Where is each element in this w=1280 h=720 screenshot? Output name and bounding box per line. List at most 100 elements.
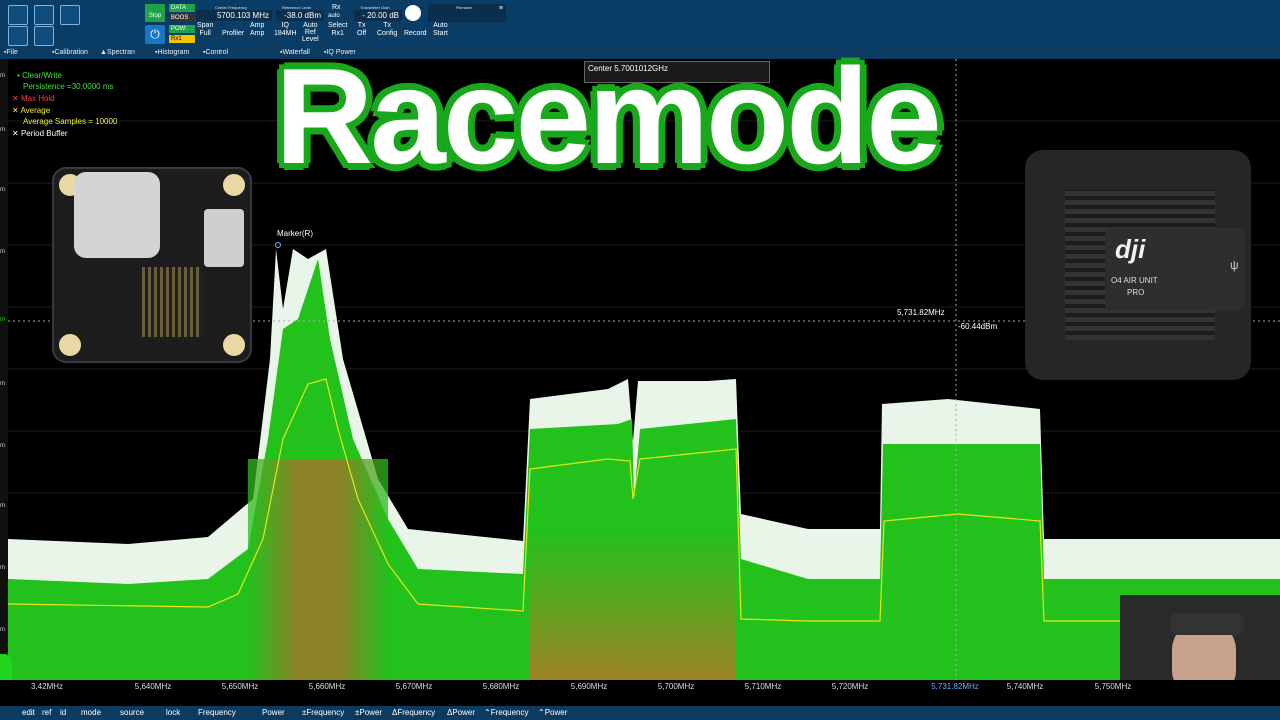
racemode-title: Racemode: [275, 40, 942, 192]
y-tick-mark: m: [0, 73, 5, 79]
refresh-icon[interactable]: [34, 26, 54, 46]
x-tick-label: 5,710MHz: [744, 682, 782, 691]
profiler-button[interactable]: Profiler: [222, 30, 244, 38]
block-shading: [530, 529, 736, 680]
data-badge: DATA: [169, 4, 195, 12]
boost-badge: BOOS: [169, 14, 195, 22]
tx-off-button[interactable]: Tx Off: [357, 22, 366, 38]
marker-table-header: edit ref id mode source lock Frequency P…: [0, 706, 1280, 720]
mount-hole-icon: [220, 331, 248, 359]
record-dot-icon[interactable]: [405, 5, 421, 21]
y-tick-mark: m: [0, 127, 5, 133]
y-tick-mark: m: [0, 627, 5, 633]
y-tick-mark: m: [0, 187, 5, 193]
transmitter-gain-field[interactable]: - 20.00 dB: [354, 10, 402, 21]
legend-average-samples: Average Samples = 10000: [23, 117, 118, 126]
auto-start-button[interactable]: Auto Start: [433, 22, 448, 38]
col-ref[interactable]: ref: [42, 706, 51, 720]
col-mode[interactable]: mode: [81, 706, 101, 720]
legend-max-hold[interactable]: ✕ Max Hold: [12, 94, 55, 103]
select-rx-button[interactable]: Select Rx1: [328, 22, 347, 38]
y-tick-mark: m: [0, 381, 5, 387]
y-tick-mark: m: [0, 565, 5, 571]
marker-label: Marker(R): [277, 229, 313, 238]
mount-hole-icon: [220, 171, 248, 199]
settings-doc-icon[interactable]: [34, 5, 54, 25]
amp-button[interactable]: Amp Amp: [250, 22, 264, 38]
y-tick-mark: m: [0, 249, 5, 255]
y-tick-mark: m: [0, 317, 5, 323]
hump-shading: [248, 459, 388, 680]
col-pm-power[interactable]: ±Power: [355, 706, 382, 720]
rx1-badge: Rx1: [169, 35, 195, 43]
rx-mode-select[interactable]: auto: [328, 13, 340, 19]
col-hat-frequency[interactable]: ⌃Frequency: [484, 706, 529, 720]
tab-control-sequencer[interactable]: ▪ Control Sequencer: [203, 47, 239, 68]
x-tick-label: 5,640MHz: [134, 682, 172, 691]
col-hat-power[interactable]: ⌃Power: [538, 706, 567, 720]
col-frequency[interactable]: Frequency: [198, 706, 236, 720]
legend-period-buffer[interactable]: ✕ Period Buffer: [12, 129, 67, 138]
col-source[interactable]: source: [120, 706, 144, 720]
rx-label: Rx: [332, 4, 341, 11]
pow-badge: POW:: [169, 25, 195, 33]
y-tick-mark: m: [0, 443, 5, 449]
record-button[interactable]: Record: [404, 30, 427, 38]
x-tick-label: 5,690MHz: [570, 682, 608, 691]
col-edit[interactable]: edit: [22, 706, 35, 720]
legend-persistence: Persistence =30.0000 ms: [23, 82, 114, 91]
legend-clear-write[interactable]: ▪ Clear/Write: [17, 71, 62, 80]
x-tick-label: 5,670MHz: [395, 682, 433, 691]
dji-label-panel: dji O4 AIR UNIT PRO ψ: [1105, 228, 1245, 310]
y-tick-mark: m: [0, 503, 5, 509]
col-id[interactable]: id: [60, 706, 66, 720]
x-tick-label: 5,660MHz: [308, 682, 346, 691]
span-button[interactable]: Span Full: [197, 22, 213, 38]
x-tick-label: 5,700MHz: [657, 682, 695, 691]
marker-level-readout: -60.44dBm: [958, 322, 998, 331]
export-icon[interactable]: [8, 5, 28, 25]
iq-button[interactable]: IQ 184MH: [274, 22, 297, 38]
tab-file-writer[interactable]: ▪ File Writer: [4, 47, 25, 68]
col-lock[interactable]: lock: [166, 706, 180, 720]
tab-calibration[interactable]: ▪ Calibration: [52, 47, 88, 59]
center-frequency-field[interactable]: 5700.103 MHz: [196, 10, 272, 21]
stop-label: Stop: [148, 13, 162, 19]
vtx-board-image: [52, 167, 252, 363]
dji-logo: dji: [1115, 234, 1146, 264]
dji-product-sub: PRO: [1127, 288, 1145, 297]
col-pm-frequency[interactable]: ±Frequency: [302, 706, 344, 720]
x-tick-label: 5,720MHz: [831, 682, 869, 691]
col-delta-power[interactable]: ΔPower: [447, 706, 475, 720]
usb-c-port-icon: [204, 209, 244, 267]
filename-title: Filename: [456, 5, 473, 10]
dji-product-name: O4 AIR UNIT: [1111, 276, 1158, 285]
filename-panel[interactable]: Filename ≡: [428, 4, 506, 22]
fpv-goggles-icon: [1170, 613, 1244, 635]
x-tick-label: 5,740MHz: [1006, 682, 1044, 691]
frequency-axis: 3.42MHz 5,640MHz 5,650MHz 5,660MHz 5,670…: [0, 680, 1280, 706]
usb-icon: ψ: [1230, 258, 1239, 272]
air-unit-image: dji O4 AIR UNIT PRO ψ: [1025, 150, 1251, 380]
x-tick-label: 5,650MHz: [221, 682, 259, 691]
reference-level-field[interactable]: -38.0 dBm: [276, 10, 324, 21]
marker-frequency-readout: 5,731.82MHz: [897, 308, 945, 317]
legend-average[interactable]: ✕ Average: [12, 106, 50, 115]
col-power[interactable]: Power: [262, 706, 285, 720]
tx-config-button[interactable]: Tx Config: [377, 22, 397, 38]
tab-spectran-v6[interactable]: ▲ Spectran V6: [100, 47, 135, 68]
x-tick-marker-label: 5,731.82MHz: [931, 682, 979, 691]
x-tick-label: 5,750MHz: [1094, 682, 1132, 691]
rf-shield-icon: [74, 172, 160, 258]
power-icon[interactable]: ⏻: [145, 25, 165, 44]
layout-icon[interactable]: [60, 5, 80, 25]
tab-histogram[interactable]: ▪ Histogram: [155, 47, 189, 59]
col-delta-frequency[interactable]: ΔFrequency: [392, 706, 435, 720]
x-tick-label: 5,680MHz: [482, 682, 520, 691]
stop-button[interactable]: Stop: [145, 4, 165, 22]
y-axis-strip: m m m m m m m m m m: [0, 59, 8, 680]
mount-hole-icon: [56, 331, 84, 359]
import-icon[interactable]: [8, 26, 28, 46]
menu-icon[interactable]: ≡: [499, 5, 503, 12]
x-tick-label: 3.42MHz: [30, 682, 64, 691]
